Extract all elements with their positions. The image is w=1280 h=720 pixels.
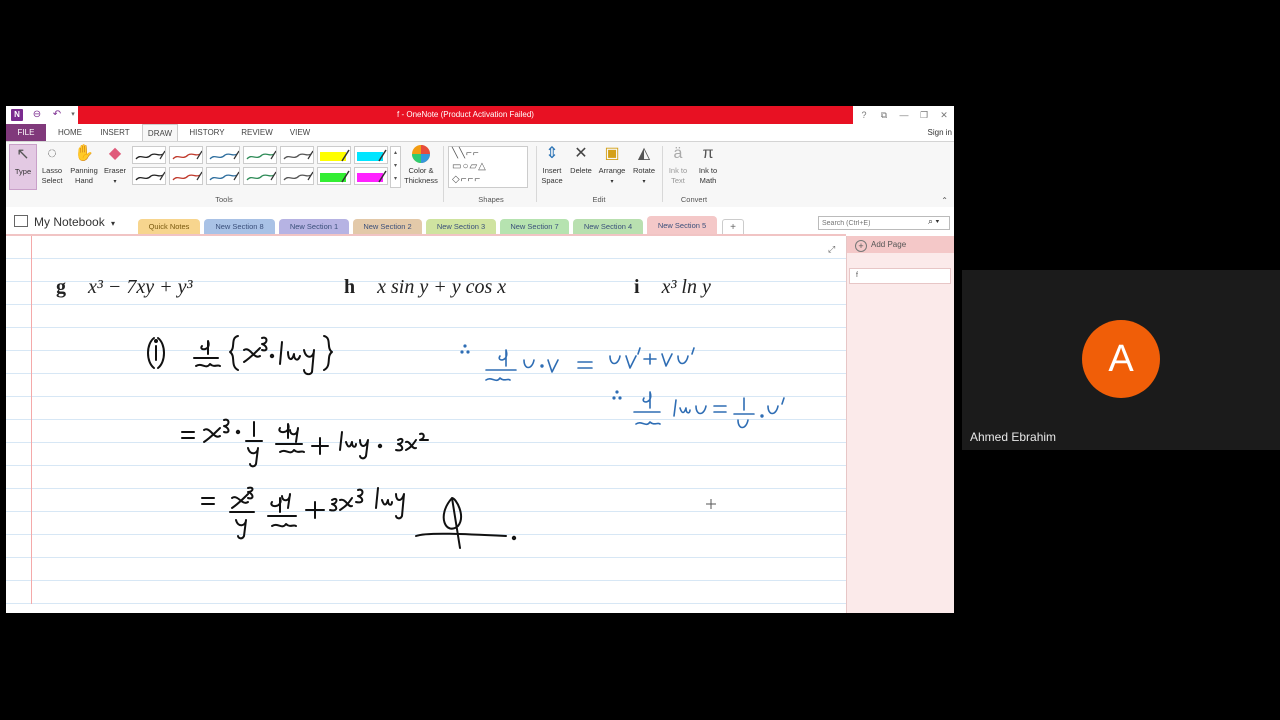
collapse-ribbon-icon[interactable]: ⌃ [941, 196, 948, 205]
pen-swatch[interactable] [206, 167, 240, 185]
pen-swatch[interactable] [206, 146, 240, 164]
ribbon-display-icon[interactable]: ⧉ [876, 108, 892, 122]
pen-swatch[interactable] [280, 146, 314, 164]
ribbon-tabs: FILE HOME INSERT DRAW HISTORY REVIEW VIE… [6, 124, 954, 141]
onenote-logo-icon: N [11, 109, 23, 121]
group-label-tools: Tools [215, 195, 233, 204]
arrange-button[interactable]: ▣ Arrange ▾ [596, 144, 628, 187]
pages-pane: + Add Page f [846, 236, 954, 613]
onenote-window: N ⊖ ↶ ▾ f - OneNote (Product Activation … [6, 106, 954, 613]
tab-history[interactable]: HISTORY [186, 124, 228, 141]
undo-icon[interactable]: ↶ [50, 108, 64, 122]
pen-swatch[interactable] [132, 146, 166, 164]
pen-swatch[interactable] [354, 167, 388, 185]
minimize-button[interactable]: — [896, 108, 912, 122]
handwriting-ink [147, 335, 785, 549]
pen-gallery-scroll[interactable]: ▴ ▾ ▾ [390, 146, 401, 188]
pen-swatch[interactable] [132, 167, 166, 185]
eraser-dropdown-icon[interactable]: ▾ [113, 179, 116, 185]
ink-to-math-button[interactable]: π Ink to Math [694, 144, 722, 186]
tab-insert[interactable]: INSERT [96, 124, 134, 141]
ribbon-draw: ↖ Type ◌ Lasso Select ✋ Panning Hand ◆ E… [6, 141, 954, 208]
pen-swatch[interactable] [280, 167, 314, 185]
rotate-icon: ◭ [637, 145, 651, 162]
sign-in-link[interactable]: Sign in [928, 124, 952, 141]
avatar: A [1082, 320, 1160, 398]
section-tab-new-section-1[interactable]: New Section 1 [279, 219, 349, 234]
tab-draw[interactable]: DRAW [142, 124, 178, 141]
insert-space-button[interactable]: ⇕ Insert Space [538, 144, 566, 186]
restore-button[interactable]: ❐ [916, 108, 932, 122]
section-tab-new-section-7[interactable]: New Section 7 [500, 219, 569, 234]
pen-swatch[interactable] [169, 167, 203, 185]
eraser-icon: ◆ [108, 145, 122, 162]
add-section-button[interactable]: + [722, 219, 744, 235]
rotate-dropdown-icon[interactable]: ▾ [642, 179, 645, 185]
group-label-edit: Edit [592, 195, 606, 204]
shapes-gallery[interactable]: ╲╲⌐⌐ ▭○▱△ ◇⌐⌐⌐ [448, 146, 528, 188]
eraser-button[interactable]: ◆ Eraser ▾ [102, 144, 128, 187]
color-thickness-button[interactable]: Color & Thickness [402, 144, 440, 186]
ink-to-math-icon: π [702, 145, 714, 162]
participant-name: Ahmed Ebrahim [970, 430, 1057, 444]
tab-review[interactable]: REVIEW [238, 124, 276, 141]
arrange-icon: ▣ [604, 145, 620, 162]
type-button[interactable]: ↖ Type [9, 144, 37, 190]
group-label-convert: Convert [680, 195, 708, 204]
notebook-bar: My Notebook ▾ Quick Notes New Section 8 Ne… [6, 207, 954, 235]
section-tab-new-section-3[interactable]: New Section 3 [426, 219, 496, 234]
plus-circle-icon: + [855, 240, 867, 252]
section-tab-new-section-4[interactable]: New Section 4 [573, 219, 643, 234]
tab-file[interactable]: FILE [6, 124, 46, 141]
ink-to-text-icon: ä [673, 145, 683, 162]
pen-swatch[interactable] [243, 167, 277, 185]
participant-video-tile: A Ahmed Ebrahim [962, 270, 1280, 450]
section-tab-new-section-2[interactable]: New Section 2 [353, 219, 422, 234]
group-separator [443, 146, 444, 202]
lasso-select-button[interactable]: ◌ Lasso Select [38, 144, 66, 186]
hand-icon: ✋ [74, 145, 94, 162]
notebook-selector[interactable]: My Notebook ▾ [14, 215, 115, 229]
close-button[interactable]: ✕ [936, 108, 952, 122]
notebook-icon [14, 215, 28, 227]
group-label-shapes: Shapes [478, 195, 504, 204]
back-icon[interactable]: ⊖ [30, 108, 44, 122]
window-title: f - OneNote (Product Activation Failed) [397, 110, 534, 119]
chevron-down-icon: ▾ [111, 219, 116, 228]
pen-swatch[interactable] [317, 146, 351, 164]
panning-hand-button[interactable]: ✋ Panning Hand [68, 144, 100, 186]
pen-swatch[interactable] [243, 146, 277, 164]
page-item-f[interactable]: f [849, 268, 951, 284]
note-page[interactable]: ⤢ g x³ − 7xy + y³ hx sin y + y cos x i x³ … [6, 236, 846, 613]
pen-swatch[interactable] [317, 167, 351, 185]
arrange-dropdown-icon[interactable]: ▾ [610, 179, 613, 185]
color-wheel-icon [402, 144, 440, 164]
ink-to-text-button[interactable]: ä Ink to Text [664, 144, 692, 186]
rotate-button[interactable]: ◭ Rotate ▾ [630, 144, 658, 187]
tab-home[interactable]: HOME [52, 124, 88, 141]
title-bar: N ⊖ ↶ ▾ f - OneNote (Product Activation … [6, 106, 954, 124]
group-separator [536, 146, 537, 202]
tab-view[interactable]: VIEW [286, 124, 314, 141]
group-separator [662, 146, 663, 202]
section-tab-new-section-8[interactable]: New Section 8 [204, 219, 275, 234]
section-tab-quick-notes[interactable]: Quick Notes [138, 219, 200, 234]
pen-swatch[interactable] [354, 146, 388, 164]
delete-button[interactable]: ✕ Delete [568, 144, 594, 176]
add-page-button[interactable]: + Add Page [847, 236, 954, 253]
section-tab-new-section-5[interactable]: New Section 5 [647, 216, 717, 235]
cursor-icon: ↖ [16, 146, 30, 163]
lasso-icon: ◌ [47, 145, 57, 162]
help-icon[interactable]: ? [856, 108, 872, 122]
pen-swatch[interactable] [169, 146, 203, 164]
search-icon[interactable]: ⌕ ▾ [928, 216, 939, 227]
insert-space-icon: ⇕ [545, 145, 559, 162]
delete-x-icon: ✕ [574, 145, 588, 162]
